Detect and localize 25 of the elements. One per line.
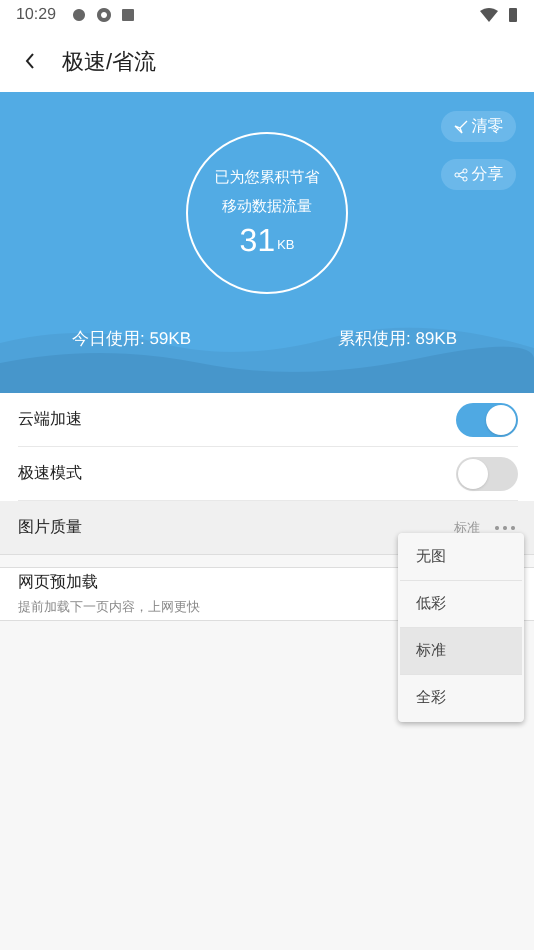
- back-icon[interactable]: [24, 51, 36, 71]
- broom-icon: [454, 120, 468, 134]
- setting-value: 标准: [454, 518, 480, 537]
- savings-label: 移动数据流量: [222, 196, 312, 216]
- menu-item[interactable]: 标准: [400, 628, 522, 674]
- menu-item[interactable]: 全彩: [400, 675, 522, 721]
- setting-label: 图片质量: [18, 518, 83, 538]
- aperture-icon: [96, 7, 112, 23]
- setting-label: 极速模式: [18, 464, 83, 484]
- menu-item[interactable]: 低彩: [400, 581, 522, 627]
- setting-label: 网页预加载: [18, 572, 98, 594]
- total-usage: 累积使用: 89KB: [338, 328, 458, 350]
- savings-label: 已为您累积节省: [214, 168, 320, 188]
- page-title: 极速/省流: [62, 48, 156, 76]
- wifi-battery-icons: [480, 7, 518, 23]
- savings-unit: KB: [277, 236, 294, 254]
- share-icon: [454, 168, 468, 182]
- more-icon[interactable]: [494, 524, 516, 530]
- setting-label: 云端加速: [18, 410, 83, 430]
- savings-value: 31: [240, 221, 276, 260]
- status-time: 10:29: [16, 5, 56, 25]
- today-usage: 今日使用: 59KB: [72, 328, 192, 350]
- toggle-switch[interactable]: [456, 456, 518, 490]
- setting-description: 提前加载下一页内容，上网更快: [18, 598, 200, 616]
- toggle-switch[interactable]: [456, 402, 518, 436]
